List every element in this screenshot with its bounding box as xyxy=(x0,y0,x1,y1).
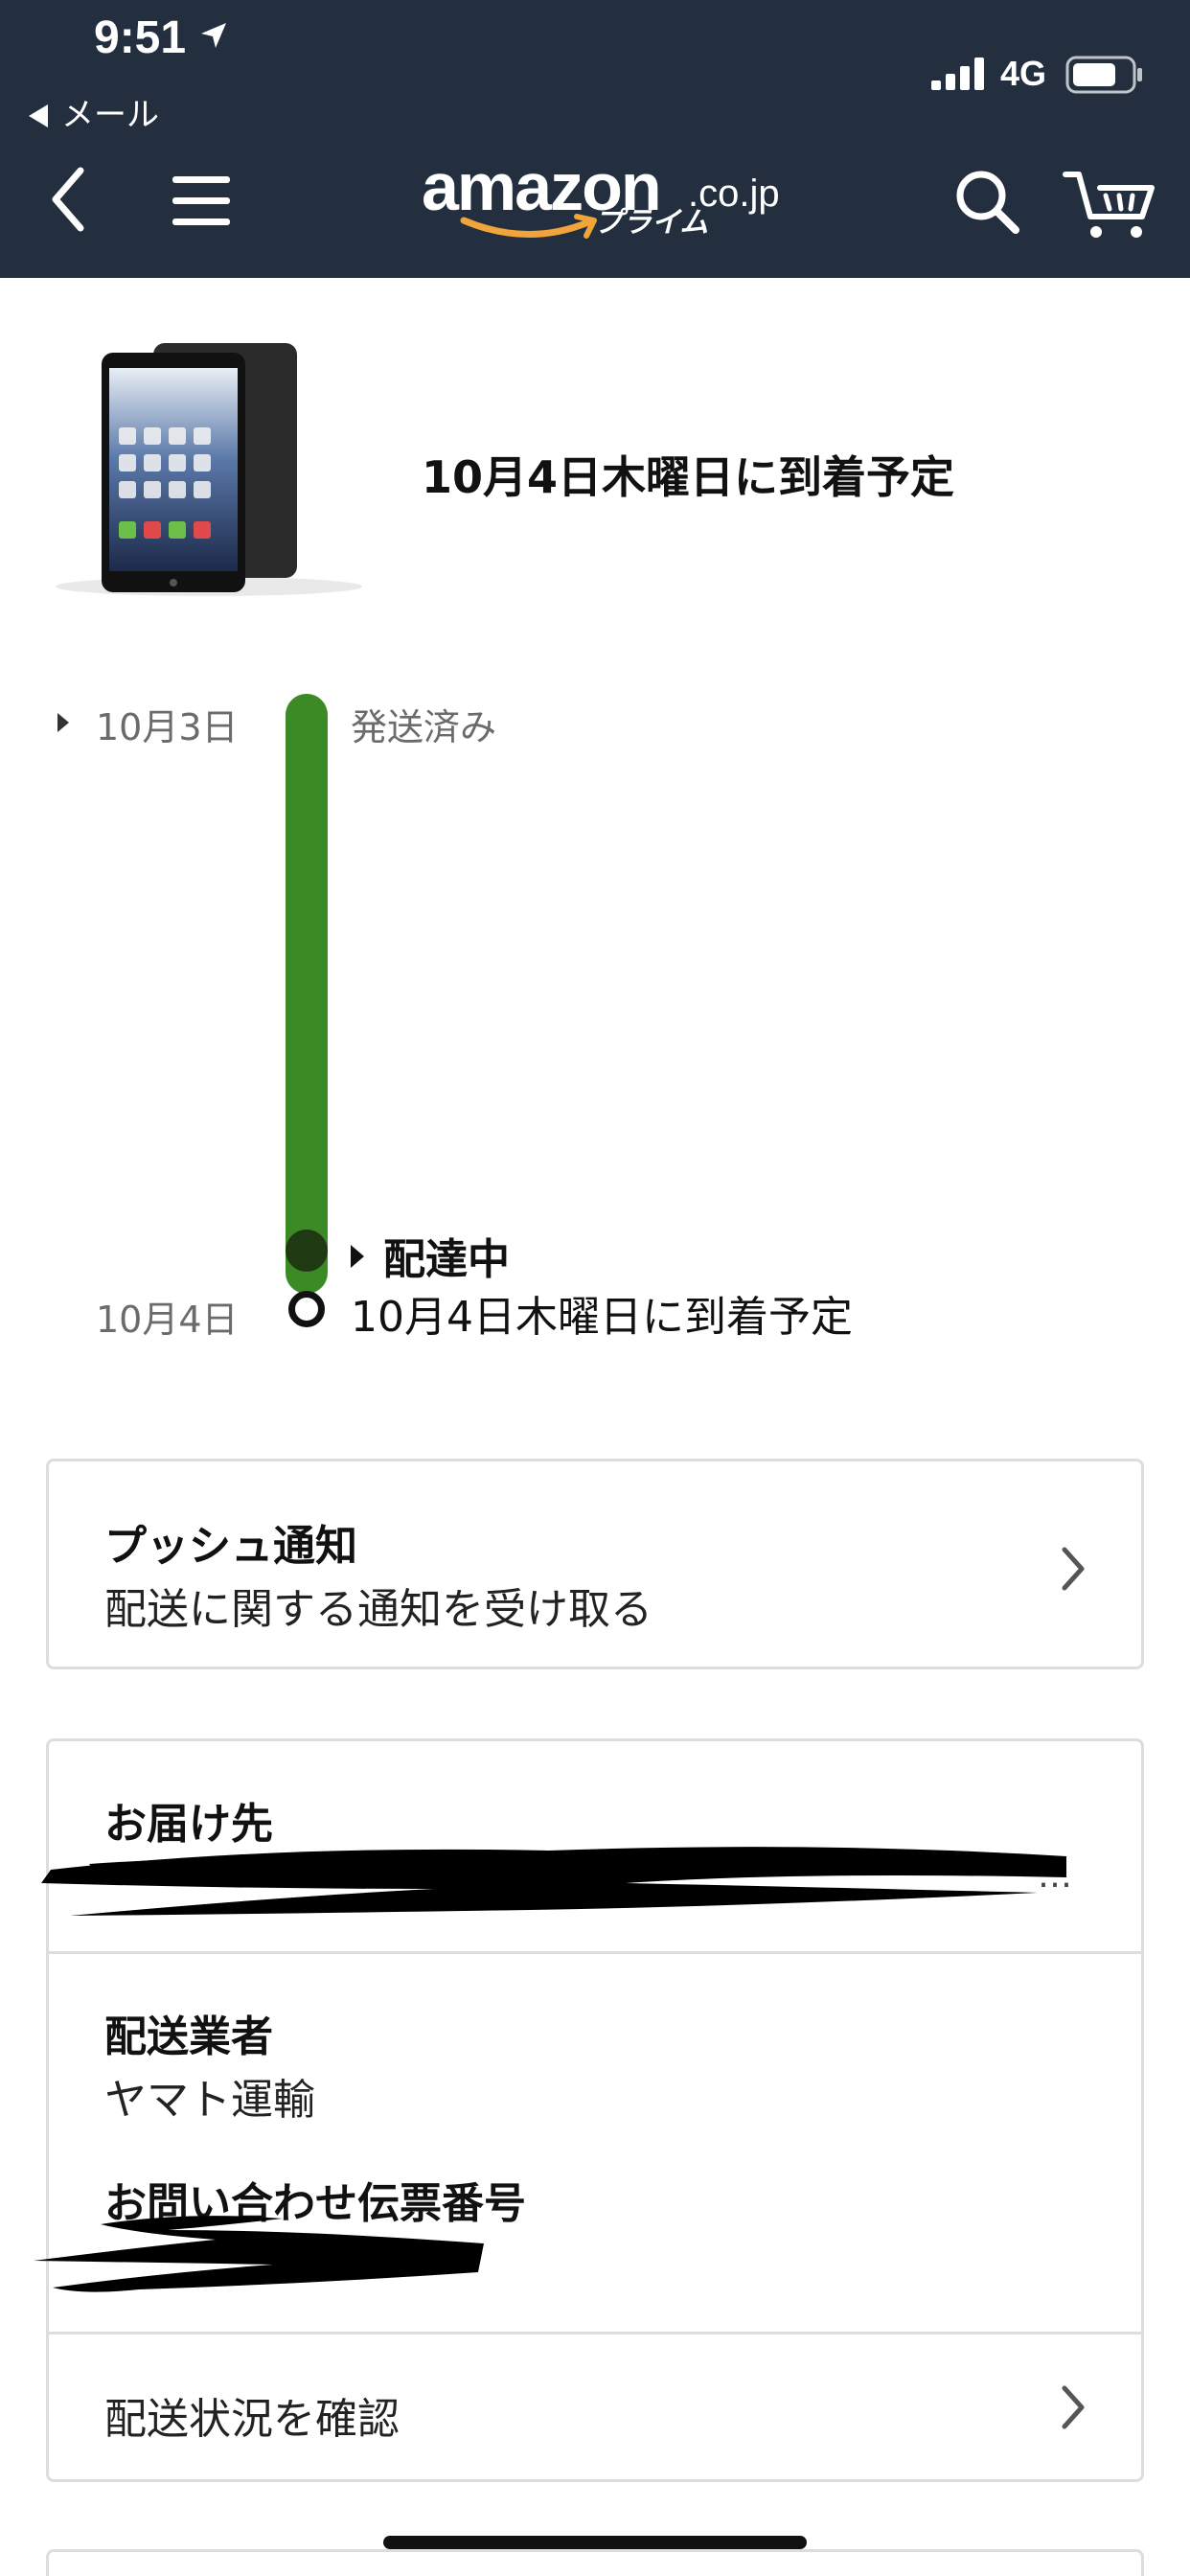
back-triangle-icon xyxy=(29,104,48,127)
current-status-label: 配達中 xyxy=(383,1235,510,1284)
network-type: 4G xyxy=(1000,54,1047,93)
destination-circle xyxy=(288,1291,325,1327)
arrival-title: 10月4日木曜日に到着予定 xyxy=(422,451,955,503)
back-chevron-icon[interactable] xyxy=(46,165,90,238)
timeline-end-status: 10月4日木曜日に到着予定 xyxy=(351,1293,853,1342)
push-notification-card[interactable]: プッシュ通知 配送に関する通知を受け取る xyxy=(46,1459,1144,1669)
battery-icon xyxy=(1065,56,1144,98)
redacted-tracking-number xyxy=(24,2205,503,2305)
carrier-name: ヤマト運輸 xyxy=(104,2076,315,2125)
chevron-right-icon xyxy=(1059,2384,1087,2434)
timeline-end-date: 10月4日 xyxy=(96,1299,239,1341)
current-position-dot xyxy=(286,1230,328,1272)
redacted-address xyxy=(32,1822,1076,1931)
amazon-prime-logo[interactable]: amazon .co.jp プライム xyxy=(422,153,786,249)
shipment-info-card: お届け先 … 配送業者 ヤマト運輸 お問い合わせ伝票番号 配送状況を確認 xyxy=(34,1738,1144,2482)
cart-icon[interactable] xyxy=(1062,167,1157,245)
smile-arrow-icon xyxy=(460,213,604,249)
timeline-start-status: 発送済み xyxy=(351,706,497,748)
home-indicator[interactable] xyxy=(383,2536,807,2549)
expand-triangle-icon xyxy=(57,713,69,732)
chevron-right-icon xyxy=(1059,1546,1087,1596)
location-arrow-icon xyxy=(199,21,228,54)
push-title: プッシュ通知 xyxy=(104,1522,357,1571)
back-app-label: メール xyxy=(61,96,159,134)
push-subtitle: 配送に関する通知を受け取る xyxy=(104,1585,652,1634)
signal-icon xyxy=(931,58,987,94)
next-card xyxy=(46,2549,1144,2576)
expand-triangle-icon xyxy=(351,1245,364,1268)
destination-section: お届け先 … xyxy=(41,1741,1141,1954)
status-time: 9:51 xyxy=(94,12,187,63)
timeline-start-date[interactable]: 10月3日 xyxy=(57,698,239,750)
search-icon[interactable] xyxy=(954,169,1021,240)
timeline-current-status[interactable]: 配達中 xyxy=(351,1225,510,1286)
app-header: 9:51 メール 4G amazon .co.jp プライム xyxy=(0,0,1190,278)
logo-prime-text: プライム xyxy=(594,206,709,240)
destination-ellipsis: … xyxy=(1038,1856,1072,1896)
start-date-label: 10月3日 xyxy=(96,706,239,748)
progress-track xyxy=(286,694,328,1294)
product-image[interactable] xyxy=(46,335,362,604)
carrier-label: 配送業者 xyxy=(104,2012,273,2061)
delivery-status-link: 配送状況を確認 xyxy=(104,2395,400,2444)
back-to-app[interactable]: メール xyxy=(29,88,159,135)
hamburger-menu-icon[interactable] xyxy=(171,174,232,232)
delivery-status-row[interactable]: 配送状況を確認 xyxy=(49,2332,1141,2482)
